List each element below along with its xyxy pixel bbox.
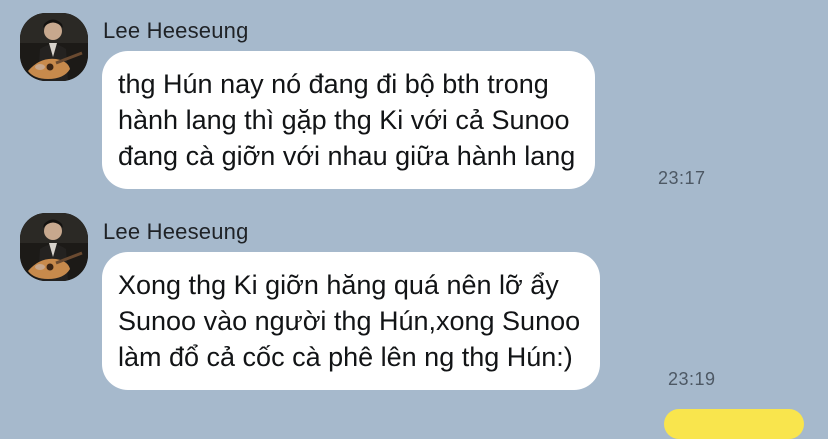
sender-avatar[interactable]: [20, 213, 88, 281]
message-timestamp: 23:17: [658, 168, 706, 188]
message-bubble[interactable]: Xong thg Ki giỡn hăng quá nên lỡ ẩy Suno…: [102, 252, 601, 390]
guitarist-avatar-photo-icon: [20, 13, 88, 81]
sender-name: Lee Heeseung: [103, 18, 249, 43]
message-text-line: đang cà giỡn với nhau giữa hành lang: [118, 141, 576, 171]
message-timestamp: 23:19: [668, 369, 716, 389]
message-text-line: Xong thg Ki giỡn hăng quá nên lỡ ẩy: [118, 270, 559, 300]
message-text-line: Sunoo vào người thg Hún,xong Sunoo: [118, 306, 581, 336]
outgoing-message-bubble[interactable]: [664, 409, 804, 439]
sender-name: Lee Heeseung: [103, 219, 249, 244]
sender-avatar[interactable]: [20, 13, 88, 81]
guitarist-avatar-photo-icon: [20, 213, 88, 281]
message-text-line: làm đổ cả cốc cà phê lên ng thg Hún:): [118, 342, 573, 372]
message-text-line: thg Hún nay nó đang đi bộ bth trong: [118, 69, 549, 99]
message-bubble[interactable]: thg Hún nay nó đang đi bộ bth trong hành…: [102, 51, 596, 189]
message-text-line: hành lang thì gặp thg Ki với cả Sunoo: [118, 105, 570, 135]
